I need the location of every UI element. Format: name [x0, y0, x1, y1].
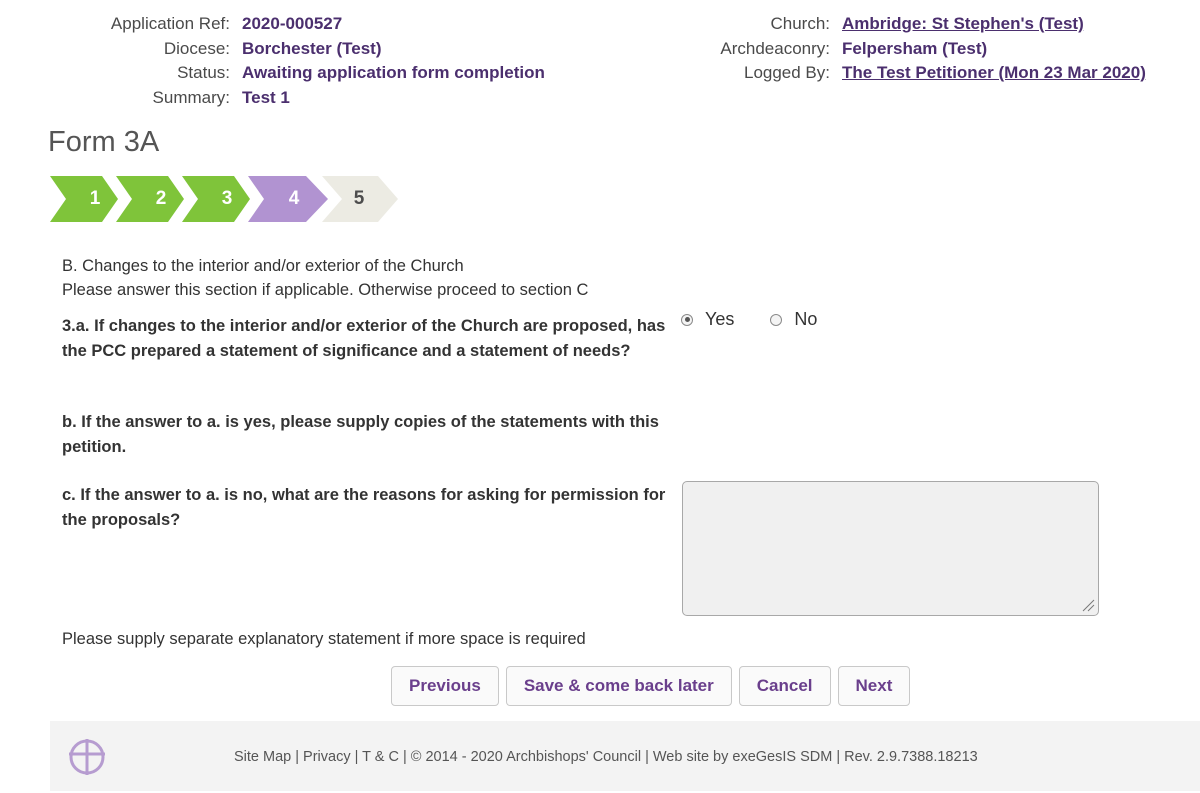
radio-no-label: No: [794, 309, 818, 329]
form-title: Form 3A: [48, 126, 160, 158]
church-link[interactable]: Ambridge: St Stephen's (Test): [842, 12, 1084, 37]
save-later-button[interactable]: Save & come back later: [505, 666, 732, 706]
meta-label: Diocese:: [163, 38, 230, 58]
diocese-value: Borchester (Test): [242, 38, 382, 58]
section-heading: B. Changes to the interior and/or exteri…: [62, 257, 464, 275]
step-1-label: 1: [89, 188, 101, 209]
meta-label: Archdeaconry:: [720, 38, 830, 58]
radio-no[interactable]: [770, 313, 783, 326]
step-3-label: 3: [221, 188, 233, 209]
meta-label: Church:: [770, 14, 830, 33]
church-cross-logo-icon: [69, 739, 105, 775]
status-value: Awaiting application form completion: [242, 63, 545, 82]
section-instruction: Please answer this section if applicable…: [62, 281, 589, 299]
question-3a: 3.a. If changes to the interior and/or e…: [62, 317, 666, 360]
meta-row-summary: Summary: Test 1: [60, 86, 545, 111]
resize-grip-icon[interactable]: [1081, 598, 1095, 612]
application-meta-left: Application Ref: 2020-000527 Diocese: Bo…: [60, 12, 545, 110]
meta-label: Logged By:: [743, 63, 830, 82]
radio-yes-label: Yes: [705, 309, 735, 329]
meta-row-logged-by: Logged By: The Test Petitioner (Mon 23 M…: [640, 61, 1146, 86]
radio-option-yes[interactable]: Yes: [681, 309, 734, 330]
radio-option-no[interactable]: No: [770, 309, 817, 330]
reasons-textarea[interactable]: [682, 481, 1099, 616]
meta-row-status: Status: Awaiting application form comple…: [60, 61, 545, 86]
page-footer: Site Map | Privacy | T & C | © 2014 - 20…: [50, 721, 1200, 791]
cancel-button[interactable]: Cancel: [738, 666, 831, 706]
radio-yes[interactable]: [681, 313, 693, 326]
application-ref-value: 2020-000527: [242, 14, 343, 33]
step-2-label: 2: [155, 188, 167, 209]
meta-row-archdeaconry: Archdeaconry: Felpersham (Test): [640, 37, 1146, 62]
meta-label: Status:: [177, 63, 230, 82]
meta-row-application-ref: Application Ref: 2020-000527: [60, 12, 545, 37]
footer-links[interactable]: Site Map | Privacy | T & C | © 2014 - 20…: [234, 749, 978, 765]
summary-value: Test 1: [242, 87, 290, 107]
section-b-header: B. Changes to the interior and/or exteri…: [62, 254, 588, 302]
step-progress: 1 2 3 4 5: [50, 176, 410, 222]
archdeaconry-value: Felpersham (Test): [842, 38, 988, 58]
question-3c: c. If the answer to a. is no, what are t…: [62, 486, 666, 529]
meta-label: Summary:: [152, 87, 230, 107]
previous-button[interactable]: Previous: [391, 666, 499, 706]
meta-label: Application Ref:: [110, 14, 230, 33]
application-meta-right: Church: Ambridge: St Stephen's (Test) Ar…: [640, 12, 1146, 86]
meta-row-church: Church: Ambridge: St Stephen's (Test): [640, 12, 1146, 37]
question-3b: b. If the answer to a. is yes, please su…: [62, 413, 659, 456]
statement-radio-group: Yes No: [681, 309, 853, 330]
form-button-bar: Previous Save & come back later Cancel N…: [391, 666, 917, 706]
step-5-label: 5: [353, 188, 365, 209]
next-button[interactable]: Next: [837, 666, 911, 706]
logged-by-link[interactable]: The Test Petitioner (Mon 23 Mar 2020): [842, 61, 1146, 86]
step-4-label: 4: [288, 188, 300, 209]
explanatory-note: Please supply separate explanatory state…: [62, 630, 586, 648]
meta-row-diocese: Diocese: Borchester (Test): [60, 37, 545, 62]
